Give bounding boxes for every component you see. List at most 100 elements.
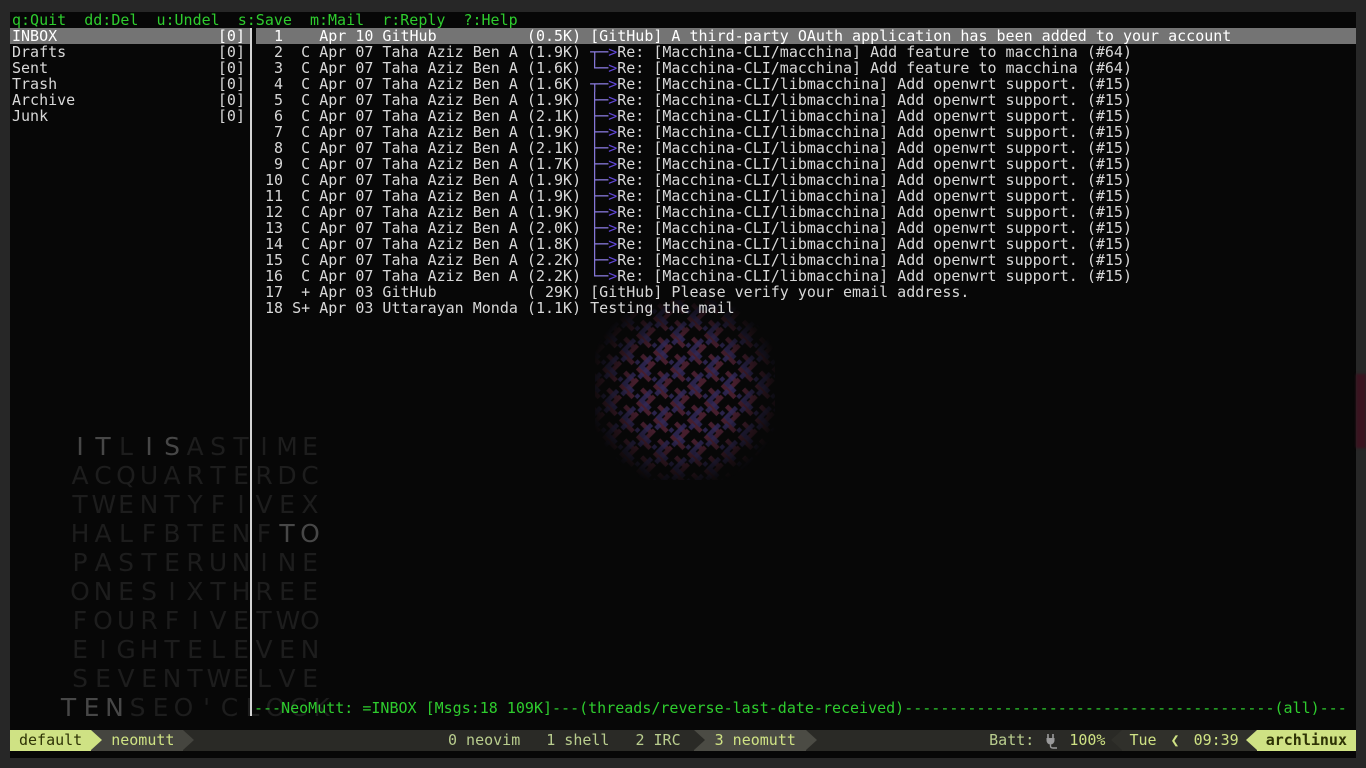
email-row[interactable]: 10 C Apr 07 Taha Aziz Ben A (1.9K) ├─>Re… (256, 172, 1356, 188)
email-row[interactable]: 7 C Apr 07 Taha Aziz Ben A (1.9K) ├─>Re:… (256, 124, 1356, 140)
email-subject: Re: [Macchina-CLI/libmacchina] Add openw… (617, 236, 1132, 252)
mailbox-sidebar: INBOX[0]Drafts[0]Sent[0]Trash[0]Archive[… (10, 28, 250, 124)
sidebar-mailbox-junk[interactable]: Junk [0] (10, 108, 250, 124)
email-row[interactable]: 9 C Apr 07 Taha Aziz Ben A (1.7K) ├─>Re:… (256, 156, 1356, 172)
sidebar-mailbox-trash[interactable]: Trash [0] (10, 76, 250, 92)
wallpaper-word-clock: ITLISASTIMEACQUARTERDCTWENTYFIVEXHALFBTE… (55, 432, 335, 722)
email-row[interactable]: 2 C Apr 07 Taha Aziz Ben A (1.9K) ┬─>Re:… (256, 44, 1356, 60)
email-row[interactable]: 1 Apr 10 GitHub (0.5K) [GitHub] A third-… (256, 28, 1356, 44)
battery-percent: 100% (1063, 730, 1111, 751)
menu-key-hint: s:Save (238, 12, 292, 29)
email-subject: Re: [Macchina-CLI/libmacchina] Add openw… (617, 92, 1132, 108)
email-subject: Re: [Macchina-CLI/libmacchina] Add openw… (617, 140, 1132, 156)
thread-tree-icon: ┬─ (590, 44, 608, 60)
thread-tree-icon: └─ (590, 268, 608, 284)
email-subject: Re: [Macchina-CLI/libmacchina] Add openw… (617, 124, 1132, 140)
sidebar-mailbox-inbox[interactable]: INBOX [0] (10, 28, 250, 44)
thread-arrow-icon: > (608, 140, 617, 156)
email-meta: 1 Apr 10 GitHub (0.5K) (256, 28, 590, 44)
date-day: Tue (1122, 730, 1163, 751)
sidebar-mailbox-sent[interactable]: Sent[0] (10, 60, 250, 76)
tmux-window[interactable]: 1 shell (536, 730, 619, 751)
email-row[interactable]: 5 C Apr 07 Taha Aziz Ben A (1.9K) ├─>Re:… (256, 92, 1356, 108)
menu-key-hint: m:Mail (310, 12, 364, 29)
email-subject: Re: [Macchina-CLI/libmacchina] Add openw… (617, 252, 1132, 268)
thread-arrow-icon: > (608, 252, 617, 268)
thread-tree-icon: ├─ (590, 236, 608, 252)
word-clock-row: TWENTYFIVEX (55, 490, 335, 519)
email-meta: 7 C Apr 07 Taha Aziz Ben A (1.9K) (256, 124, 590, 140)
email-subject: [GitHub] Please verify your email addres… (590, 284, 969, 300)
email-meta: 16 C Apr 07 Taha Aziz Ben A (2.2K) (256, 268, 590, 284)
thread-tree-icon: ├─ (590, 172, 608, 188)
email-meta: 18 S+ Apr 03 Uttarayan Monda (1.1K) (256, 300, 590, 316)
tmux-window[interactable]: 0 neovim (438, 730, 530, 751)
thread-tree-icon: ├─ (590, 188, 608, 204)
thread-arrow-icon: > (608, 268, 617, 284)
thread-tree-icon: ┬─ (590, 76, 608, 92)
email-row[interactable]: 16 C Apr 07 Taha Aziz Ben A (2.2K) └─>Re… (256, 268, 1356, 284)
thread-arrow-icon: > (608, 204, 617, 220)
email-row[interactable]: 15 C Apr 07 Taha Aziz Ben A (2.2K) ├─>Re… (256, 252, 1356, 268)
email-row[interactable]: 4 C Apr 07 Taha Aziz Ben A (1.6K) ┬─>Re:… (256, 76, 1356, 92)
word-clock-row: HALFBTENFTO (55, 519, 335, 548)
powerline-arrow-icon (91, 730, 102, 751)
email-row[interactable]: 3 C Apr 07 Taha Aziz Ben A (1.6K) └─>Re:… (256, 60, 1356, 76)
mailbox-name: INBOX (12, 28, 57, 44)
email-subject: Re: [Macchina-CLI/libmacchina] Add openw… (617, 268, 1132, 284)
thread-arrow-icon: > (608, 156, 617, 172)
hostname-segment: archlinux (1257, 730, 1356, 751)
tmux-window-active[interactable]: 3 neomutt (705, 730, 806, 751)
thread-tree-icon: ├─ (590, 92, 608, 108)
tmux-window[interactable]: 2 IRC (625, 730, 690, 751)
tmux-window-list: 0 neovim 1 shell 2 IRC 3 neomutt (435, 730, 817, 751)
mailbox-name: Trash (12, 76, 57, 92)
thread-arrow-icon: > (608, 172, 617, 188)
tmux-status-bar: default neomutt 0 neovim1 shell2 IRC3 ne… (10, 730, 1356, 751)
email-row[interactable]: 8 C Apr 07 Taha Aziz Ben A (2.1K) ├─>Re:… (256, 140, 1356, 156)
word-clock-row: FOURFIVETWO (55, 606, 335, 635)
thread-tree-icon: ├─ (590, 108, 608, 124)
thread-arrow-icon: > (608, 44, 617, 60)
email-meta: 13 C Apr 07 Taha Aziz Ben A (2.0K) (256, 220, 590, 236)
email-subject: [GitHub] A third-party OAuth application… (590, 28, 1231, 44)
email-row[interactable]: 18 S+ Apr 03 Uttarayan Monda (1.1K) Test… (256, 300, 1356, 316)
sidebar-mailbox-archive[interactable]: Archive[0] (10, 92, 250, 108)
wallpaper-edge-glow (1356, 374, 1366, 448)
mailbox-count: [0] (218, 28, 245, 44)
sidebar-divider (250, 28, 252, 716)
mailbox-count: [0] (218, 76, 245, 92)
thread-arrow-icon: > (608, 108, 617, 124)
email-subject: Re: [Macchina-CLI/libmacchina] Add openw… (617, 108, 1132, 124)
email-subject: Re: [Macchina-CLI/macchina] Add feature … (617, 44, 1132, 60)
thread-arrow-icon: > (608, 236, 617, 252)
mailbox-count: [0] (218, 108, 245, 124)
powerline-arrow-icon (1246, 730, 1257, 751)
email-row[interactable]: 17 + Apr 03 GitHub ( 29K) [GitHub] Pleas… (256, 284, 1356, 300)
thread-arrow-icon: > (608, 124, 617, 140)
email-row[interactable]: 6 C Apr 07 Taha Aziz Ben A (2.1K) ├─>Re:… (256, 108, 1356, 124)
email-row[interactable]: 13 C Apr 07 Taha Aziz Ben A (2.0K) ├─>Re… (256, 220, 1356, 236)
thread-tree-icon: ├─ (590, 124, 608, 140)
sidebar-mailbox-drafts[interactable]: Drafts[0] (10, 44, 250, 60)
thread-tree-icon: ├─ (590, 220, 608, 236)
email-row[interactable]: 11 C Apr 07 Taha Aziz Ben A (1.9K) ├─>Re… (256, 188, 1356, 204)
email-meta: 11 C Apr 07 Taha Aziz Ben A (1.9K) (256, 188, 590, 204)
word-clock-row: ACQUARTERDC (55, 461, 335, 490)
email-meta: 3 C Apr 07 Taha Aziz Ben A (1.6K) (256, 60, 590, 76)
thread-arrow-icon: > (608, 220, 617, 236)
email-subject: Testing the mail (590, 300, 735, 316)
thread-arrow-icon: > (608, 60, 617, 76)
battery-label: Batt: (983, 730, 1040, 751)
email-row[interactable]: 12 C Apr 07 Taha Aziz Ben A (1.9K) ├─>Re… (256, 204, 1356, 220)
email-row[interactable]: 14 C Apr 07 Taha Aziz Ben A (1.8K) ├─>Re… (256, 236, 1356, 252)
email-meta: 6 C Apr 07 Taha Aziz Ben A (2.1K) (256, 108, 590, 124)
email-meta: 5 C Apr 07 Taha Aziz Ben A (1.9K) (256, 92, 590, 108)
tmux-session-name[interactable]: default (10, 730, 91, 751)
mailbox-name: Junk (12, 108, 48, 124)
neomutt-status-line: ---NeoMutt: =INBOX [Msgs:18 109K]---(thr… (254, 700, 1356, 716)
email-subject: Re: [Macchina-CLI/libmacchina] Add openw… (617, 172, 1132, 188)
wallpaper-knot-pattern (595, 300, 775, 480)
email-meta: 10 C Apr 07 Taha Aziz Ben A (1.9K) (256, 172, 590, 188)
email-subject: Re: [Macchina-CLI/libmacchina] Add openw… (617, 156, 1132, 172)
